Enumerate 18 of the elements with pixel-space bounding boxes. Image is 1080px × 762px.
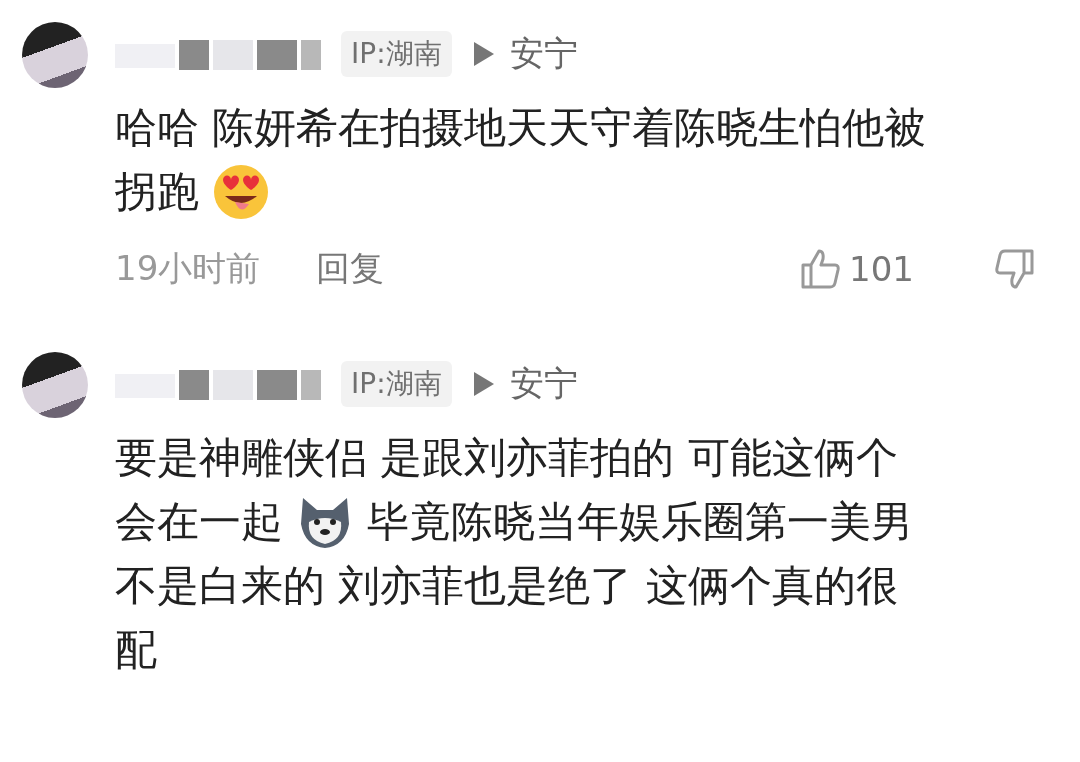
like-button[interactable]: 101 bbox=[799, 247, 914, 291]
dislike-button[interactable] bbox=[992, 247, 1036, 291]
reply-link[interactable]: 回复 bbox=[316, 246, 385, 292]
location-text: 安宁 bbox=[509, 32, 578, 75]
comment-text: 不是白来的 刘亦菲也是绝了 这俩个真的很 bbox=[115, 560, 898, 612]
play-triangle-icon bbox=[473, 372, 494, 396]
comment-text: 要是神雕侠侣 是跟刘亦菲拍的 可能这俩个 bbox=[115, 432, 898, 484]
comment-text: 会在一起 bbox=[115, 496, 283, 548]
comment-text: 拐跑 bbox=[115, 166, 199, 218]
heart-eyes-emoji-icon bbox=[211, 162, 271, 222]
ip-location-tag: IP:湖南 bbox=[341, 31, 452, 77]
comment-text: 毕竟陈晓当年娱乐圈第一美男 bbox=[367, 496, 913, 548]
location-text: 安宁 bbox=[509, 362, 578, 405]
comment-text: 配 bbox=[115, 624, 157, 676]
play-triangle-icon bbox=[473, 42, 494, 66]
timestamp: 19小时前 bbox=[115, 247, 261, 290]
ip-location-tag: IP:湖南 bbox=[341, 361, 452, 407]
comment-text: 哈哈 陈妍希在拍摄地天天守着陈晓生怕他被 bbox=[115, 102, 927, 154]
